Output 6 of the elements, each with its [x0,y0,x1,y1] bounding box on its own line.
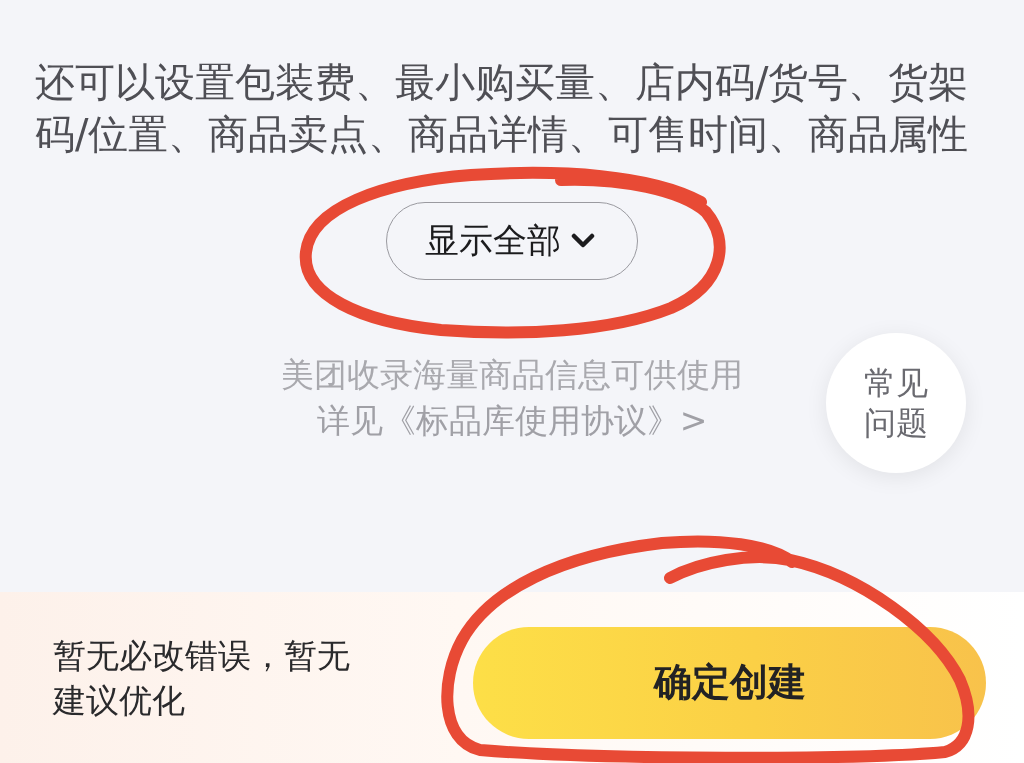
chevron-down-icon [571,233,595,249]
feature-description: 还可以设置包装费、最小购买量、店内码/货号、货架码/位置、商品卖点、商品详情、可售时间、商品属性 [35,58,970,159]
faq-button[interactable]: 常见问题 [826,333,966,473]
confirm-create-button[interactable]: 确定创建 [473,626,986,739]
notice-text: 美团收录海量商品信息可供使用 [281,354,743,396]
status-text: 暂无必改错误，暂无建议优化 [53,634,351,722]
